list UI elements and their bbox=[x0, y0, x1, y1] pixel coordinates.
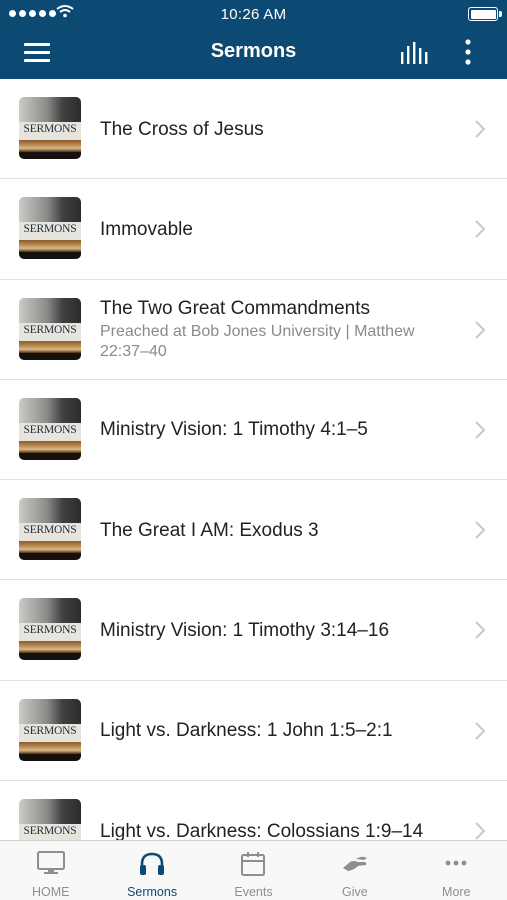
chevron-right-icon bbox=[475, 120, 486, 138]
sermon-thumbnail: SERMONS bbox=[19, 197, 81, 260]
status-time: 10:26 AM bbox=[220, 6, 287, 23]
sermon-list: SERMONS The Cross of Jesus SERMONS Immov… bbox=[0, 79, 507, 840]
chevron-right-icon bbox=[475, 722, 486, 740]
sermon-title: Light vs. Darkness: 1 John 1:5–2:1 bbox=[100, 720, 393, 742]
sermon-text: Ministry Vision: 1 Timothy 4:1–5 bbox=[100, 380, 452, 480]
sermon-thumbnail: SERMONS bbox=[19, 397, 81, 460]
chevron-right-icon bbox=[475, 521, 486, 539]
sermon-row[interactable]: SERMONS The Cross of Jesus bbox=[0, 79, 507, 180]
sermon-row[interactable]: SERMONS The Two Great Commandments Preac… bbox=[0, 280, 507, 380]
calendar-icon bbox=[241, 852, 266, 876]
sermon-text: The Great I AM: Exodus 3 bbox=[100, 480, 452, 580]
thumbnail-label: SERMONS bbox=[23, 524, 77, 537]
thumbnail-label: SERMONS bbox=[23, 825, 77, 838]
battery-icon bbox=[468, 7, 502, 21]
thumbnail-label: SERMONS bbox=[23, 323, 77, 336]
sermon-title: Ministry Vision: 1 Timothy 3:14–16 bbox=[100, 619, 390, 641]
tab-sermons[interactable]: Sermons bbox=[101, 841, 202, 900]
tab-label: Give bbox=[342, 885, 368, 899]
sermon-text: The Cross of Jesus bbox=[100, 79, 452, 179]
thumbnail-label: SERMONS bbox=[23, 724, 77, 737]
sermon-thumbnail: SERMONS bbox=[19, 698, 81, 761]
sermon-text: The Two Great Commandments Preached at B… bbox=[100, 280, 452, 380]
chevron-right-icon bbox=[475, 621, 486, 640]
tab-bar: HOME Sermons Events Give More bbox=[0, 840, 507, 900]
sermon-row[interactable]: SERMONS Ministry Vision: 1 Timothy 3:14–… bbox=[0, 580, 507, 681]
tab-give[interactable]: Give bbox=[304, 841, 405, 900]
audio-bars-icon[interactable] bbox=[399, 40, 431, 66]
sermon-thumbnail: SERMONS bbox=[19, 97, 81, 159]
chevron-right-icon bbox=[475, 220, 486, 239]
sermon-row[interactable]: SERMONS Ministry Vision: 1 Timothy 4:1–5 bbox=[0, 380, 507, 481]
chevron-right-icon bbox=[475, 320, 486, 339]
sermon-title: The Great I AM: Exodus 3 bbox=[100, 519, 319, 541]
sermon-title: Immovable bbox=[100, 218, 193, 240]
chevron-right-icon bbox=[475, 822, 486, 840]
sermon-title: The Two Great Commandments bbox=[100, 298, 370, 320]
status-bar: 10:26 AM bbox=[0, 0, 507, 28]
tab-label: Sermons bbox=[127, 885, 178, 899]
tab-label: More bbox=[442, 885, 471, 899]
sermon-thumbnail: SERMONS bbox=[19, 799, 81, 840]
thumbnail-label: SERMONS bbox=[23, 624, 77, 637]
sermon-text: Immovable bbox=[100, 179, 452, 279]
sermon-thumbnail: SERMONS bbox=[19, 498, 81, 561]
thumbnail-label: SERMONS bbox=[23, 423, 77, 436]
sermon-title: Light vs. Darkness: Colossians 1:9–14 bbox=[100, 820, 424, 840]
sermon-subtitle: Preached at Bob Jones University | Matth… bbox=[100, 323, 415, 361]
monitor-icon bbox=[36, 851, 65, 874]
headphones-icon bbox=[140, 852, 165, 875]
thumbnail-label: SERMONS bbox=[23, 123, 77, 135]
tab-home[interactable]: HOME bbox=[0, 841, 101, 900]
sermon-row[interactable]: SERMONS Light vs. Darkness: 1 John 1:5–2… bbox=[0, 681, 507, 782]
tab-label: Events bbox=[234, 885, 273, 899]
sermon-row[interactable]: SERMONS The Great I AM: Exodus 3 bbox=[0, 480, 507, 581]
tab-more[interactable]: More bbox=[406, 841, 507, 900]
sermon-title: The Cross of Jesus bbox=[100, 118, 264, 140]
tab-label: HOME bbox=[31, 885, 70, 899]
sermon-row[interactable]: SERMONS Immovable bbox=[0, 179, 507, 280]
ellipsis-icon bbox=[445, 860, 467, 866]
sermon-text: Ministry Vision: 1 Timothy 3:14–16 bbox=[100, 580, 452, 680]
chevron-right-icon bbox=[475, 421, 486, 439]
sermon-thumbnail: SERMONS bbox=[19, 297, 81, 360]
sermon-text: Light vs. Darkness: Colossians 1:9–14 bbox=[100, 781, 452, 840]
sermon-thumbnail: SERMONS bbox=[19, 598, 81, 661]
sermon-title: Ministry Vision: 1 Timothy 4:1–5 bbox=[100, 419, 368, 441]
thumbnail-label: SERMONS bbox=[23, 223, 77, 236]
sermon-text: Light vs. Darkness: 1 John 1:5–2:1 bbox=[100, 681, 452, 781]
sermon-row[interactable]: SERMONS Light vs. Darkness: Colossians 1… bbox=[0, 781, 507, 840]
giving-hand-icon bbox=[342, 856, 367, 871]
more-options-icon[interactable] bbox=[458, 38, 478, 68]
app-header: 10:26 AM Sermons bbox=[0, 0, 507, 79]
tab-events[interactable]: Events bbox=[203, 841, 304, 900]
